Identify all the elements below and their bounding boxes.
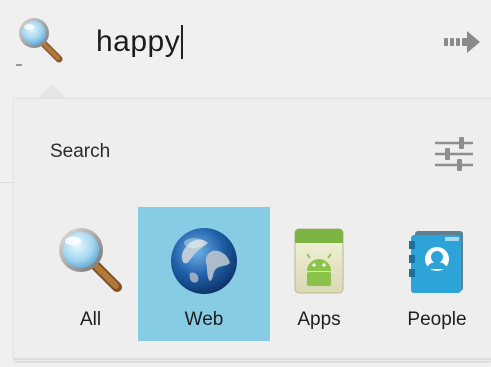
corpus-label: Web: [184, 309, 224, 330]
contacts-icon: [409, 231, 463, 293]
search-input[interactable]: happy: [96, 22, 184, 62]
panel-bottom-edge: [14, 358, 491, 360]
panel-pointer: [38, 84, 66, 98]
corpus-label: Apps: [297, 309, 341, 330]
search-scope-icon[interactable]: [14, 14, 66, 66]
corpus-selector: All Web Apps People: [14, 207, 491, 341]
android-market-icon: [294, 228, 344, 294]
divider: [0, 182, 14, 183]
search-query-text: happy: [96, 25, 181, 58]
sliders-icon[interactable]: [433, 135, 475, 173]
corpus-label: People: [407, 309, 467, 330]
panel-title: Search: [50, 141, 111, 162]
arrow-right-icon[interactable]: [440, 22, 484, 62]
globe-icon: [171, 228, 237, 294]
magnifier-icon: [58, 228, 122, 292]
corpus-label: All: [79, 309, 102, 330]
scope-dropdown-caret: [16, 64, 22, 66]
text-cursor: [181, 25, 184, 59]
search-screen: happy Search All Web Apps People: [0, 0, 491, 367]
corpus-all[interactable]: All: [44, 207, 137, 341]
search-bar: happy: [0, 0, 491, 86]
corpus-web[interactable]: Web: [138, 207, 270, 341]
corpus-people[interactable]: People: [388, 207, 486, 341]
corpus-apps[interactable]: Apps: [272, 207, 366, 341]
